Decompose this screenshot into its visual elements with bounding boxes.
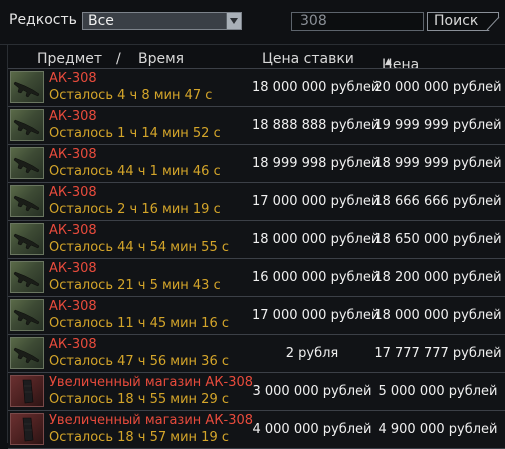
buyout-price: 18 000 000 рублей xyxy=(374,308,502,323)
time-remaining: Осталось 21 ч 5 мин 43 с xyxy=(49,278,221,293)
item-name: АК-308 xyxy=(49,223,97,238)
table-row[interactable]: Увеличенный магазин АК-308 Осталось 18 ч … xyxy=(8,373,505,411)
chevron-down-icon[interactable] xyxy=(226,13,241,29)
table-row[interactable]: АК-308 Осталось 44 ч 1 мин 46 с 18 999 998… xyxy=(8,145,505,183)
buyout-price: 5 000 000 рублей xyxy=(378,384,498,399)
buyout-price: 20 000 000 рублей xyxy=(374,80,502,95)
column-header-time[interactable]: Время xyxy=(138,51,184,67)
table-row[interactable]: АК-308 Осталось 2 ч 16 мин 19 с 17 000 000… xyxy=(8,183,505,221)
item-name: АК-308 xyxy=(49,109,97,124)
buyout-price: 18 999 999 рублей xyxy=(374,156,502,171)
time-remaining: Осталось 11 ч 45 мин 16 с xyxy=(49,316,229,331)
time-remaining: Осталось 44 ч 1 мин 46 с xyxy=(49,164,221,179)
table-row[interactable]: АК-308 Осталось 11 ч 45 мин 16 с 17 000 00… xyxy=(8,297,505,335)
rifle-icon xyxy=(10,147,44,179)
table-row[interactable]: АК-308 Осталось 1 ч 14 мин 52 с 18 888 888… xyxy=(8,107,505,145)
table-header: Предмет / Время Цена ставки Цена выкупа▲ xyxy=(0,44,505,89)
buyout-price: 17 777 777 рублей xyxy=(374,346,502,361)
rifle-icon xyxy=(10,261,44,293)
buyout-price: 4 900 000 рублей xyxy=(378,422,498,437)
rifle-icon xyxy=(10,109,44,141)
column-header-bid[interactable]: Цена ставки xyxy=(262,51,354,67)
table-row[interactable]: АК-308 Осталось 4 ч 8 мин 47 с 18 000 000 … xyxy=(8,68,505,107)
bid-price: 3 000 000 рублей xyxy=(252,384,372,399)
filter-toolbar: Редкость Все 308 Поиск xyxy=(0,0,505,44)
magazine-icon xyxy=(10,375,44,407)
rifle-icon xyxy=(10,71,44,103)
table-row[interactable]: АК-308 Осталось 47 ч 56 мин 36 с 2 рубля 17… xyxy=(8,335,505,373)
time-remaining: Осталось 44 ч 54 мин 55 с xyxy=(49,240,229,255)
sort-ascending-icon: ▲ xyxy=(385,57,392,67)
buyout-price: 19 999 999 рублей xyxy=(374,118,502,133)
table-row[interactable]: АК-308 Осталось 44 ч 54 мин 55 с 18 000 00… xyxy=(8,221,505,259)
time-remaining: Осталось 2 ч 16 мин 19 с xyxy=(49,202,221,217)
bid-price: 2 рубля xyxy=(285,346,339,361)
column-header-separator: / xyxy=(116,51,121,67)
rifle-icon xyxy=(10,299,44,331)
rifle-icon xyxy=(10,185,44,217)
item-name: АК-308 xyxy=(49,337,97,352)
time-remaining: Осталось 4 ч 8 мин 47 с xyxy=(49,88,213,103)
bid-price: 17 000 000 рублей xyxy=(252,194,380,209)
bid-price: 4 000 000 рублей xyxy=(252,422,372,437)
rarity-select[interactable]: Все xyxy=(82,12,242,30)
bid-price: 16 000 000 рублей xyxy=(252,270,380,285)
rarity-select-value: Все xyxy=(88,13,114,29)
search-button-corner xyxy=(486,16,500,31)
bid-price: 17 000 000 рублей xyxy=(252,308,380,323)
magazine-icon xyxy=(10,413,44,445)
buyout-price: 18 650 000 рублей xyxy=(374,232,502,247)
rifle-icon xyxy=(10,337,44,369)
time-remaining: Осталось 18 ч 55 мин 29 с xyxy=(49,392,229,407)
bid-price: 18 000 000 рублей xyxy=(252,232,380,247)
bid-price: 18 999 998 рублей xyxy=(252,156,380,171)
rarity-label: Редкость xyxy=(9,12,77,28)
buyout-price: 18 200 000 рублей xyxy=(374,270,502,285)
time-remaining: Осталось 47 ч 56 мин 36 с xyxy=(49,354,229,369)
item-name: АК-308 xyxy=(49,299,97,314)
table-row[interactable]: АК-308 Осталось 21 ч 5 мин 43 с 16 000 000… xyxy=(8,259,505,297)
item-name: АК-308 xyxy=(49,185,97,200)
table-row[interactable]: Увеличенный магазин АК-308 Осталось 18 ч … xyxy=(8,411,505,449)
buyout-price: 18 666 666 рублей xyxy=(374,194,502,209)
item-name: Увеличенный магазин АК-308 xyxy=(49,413,254,428)
bid-price: 18 888 888 рублей xyxy=(252,118,380,133)
item-name: АК-308 xyxy=(49,71,97,86)
column-header-item[interactable]: Предмет xyxy=(37,51,102,67)
search-input[interactable]: 308 xyxy=(291,12,424,31)
item-name: Увеличенный магазин АК-308 xyxy=(49,375,254,390)
auction-list: АК-308 Осталось 4 ч 8 мин 47 с 18 000 000 … xyxy=(8,68,505,449)
time-remaining: Осталось 1 ч 14 мин 52 с xyxy=(49,126,221,141)
rifle-icon xyxy=(10,223,44,255)
item-name: АК-308 xyxy=(49,147,97,162)
item-name: АК-308 xyxy=(49,261,97,276)
bid-price: 18 000 000 рублей xyxy=(252,80,380,95)
